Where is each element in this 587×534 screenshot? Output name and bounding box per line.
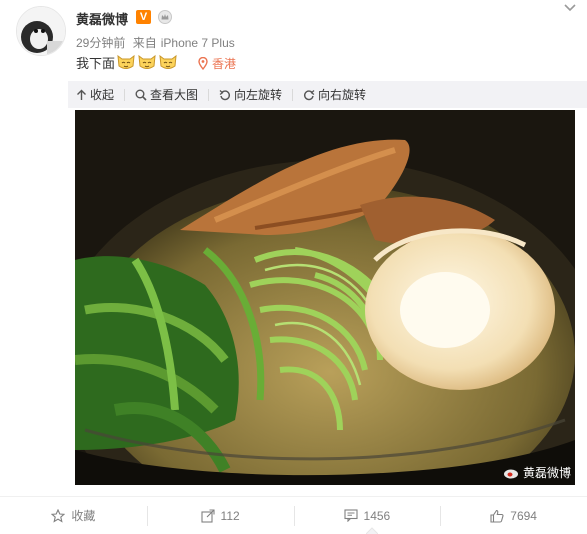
watermark-text: 黄磊微博	[522, 466, 571, 480]
location-link[interactable]: 香港	[198, 55, 236, 72]
rotate-left-button[interactable]: 向左旋转	[219, 86, 282, 103]
view-large-button[interactable]: 查看大图	[135, 86, 198, 103]
arrow-up-icon	[77, 89, 86, 100]
username[interactable]: 黄磊微博	[76, 9, 128, 28]
source-prefix: 来自	[132, 36, 157, 50]
timestamp[interactable]: 29分钟前	[76, 36, 125, 50]
toolbar-divider	[292, 88, 294, 101]
rotate-left-icon	[219, 89, 231, 100]
post-photo[interactable]: 黄磊微博	[75, 110, 575, 485]
rotate-right-button[interactable]: 向右旋转	[303, 86, 366, 103]
location-pin-icon	[198, 57, 208, 70]
comment-count: 1456	[363, 508, 391, 523]
collapse-button[interactable]: 收起	[76, 86, 114, 103]
source-device[interactable]: iPhone 7 Plus	[161, 36, 235, 50]
collapse-label: 收起	[90, 88, 115, 102]
view-large-label: 查看大图	[150, 88, 199, 102]
post-actions: 收藏 112 1456 7694	[0, 496, 587, 534]
toolbar-divider	[208, 88, 210, 101]
post-text: 我下面	[76, 52, 178, 72]
magnify-icon	[135, 89, 147, 101]
favorite-label: 收藏	[71, 509, 96, 523]
like-button[interactable]: 7694	[440, 497, 587, 534]
repost-button[interactable]: 112	[146, 497, 294, 534]
thumbs-up-icon	[490, 509, 504, 523]
rotate-right-label: 向右旋转	[318, 88, 367, 102]
comment-icon	[343, 509, 358, 522]
repost-count: 112	[220, 508, 240, 523]
cat-face-emoji	[117, 54, 135, 69]
comment-caret-icon	[366, 527, 378, 534]
crown-icon	[158, 10, 172, 24]
favorite-button[interactable]: 收藏	[0, 497, 147, 534]
cat-face-emoji	[138, 54, 156, 69]
avatar[interactable]	[16, 6, 66, 56]
rotate-left-label: 向左旋转	[234, 88, 283, 102]
noodle-soup-photo	[75, 110, 575, 485]
toolbar-divider	[124, 88, 126, 101]
image-toolbar: 收起 查看大图 向左旋转 向右旋转	[68, 81, 587, 108]
chevron-down-icon[interactable]	[563, 3, 577, 13]
share-icon	[200, 508, 215, 523]
like-count: 7694	[510, 508, 537, 523]
cat-face-emoji	[159, 54, 177, 69]
star-icon	[51, 508, 66, 523]
post-text-content: 我下面	[76, 55, 116, 71]
image-watermark: 黄磊微博	[503, 464, 571, 481]
location-label: 香港	[212, 57, 237, 71]
post-header: 黄磊微博 V 29分钟前 来自 iPhone 7 Plus 我下面 香港	[0, 0, 587, 80]
post-meta: 29分钟前 来自 iPhone 7 Plus	[76, 34, 239, 51]
verified-badge: V	[136, 10, 151, 24]
rotate-right-icon	[304, 89, 315, 100]
weibo-logo-icon	[503, 469, 518, 478]
